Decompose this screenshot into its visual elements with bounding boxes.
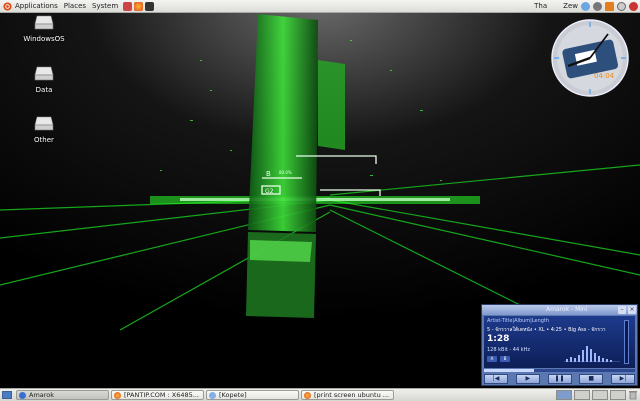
taskbar-item-label: [print screen ubuntu ... <box>314 391 389 399</box>
clock-applet-icon[interactable] <box>617 1 626 11</box>
shuffle-toggle[interactable]: B <box>500 356 510 362</box>
workspace-4[interactable] <box>610 390 626 400</box>
taskbar-item-amarok[interactable]: Amarok <box>16 390 109 400</box>
desktop-icon-label: Other <box>34 136 54 144</box>
user-switcher-label[interactable]: Tha <box>534 2 547 10</box>
desktop-icon-windowsos[interactable]: WindowsOS <box>14 14 74 43</box>
show-desktop-icon[interactable] <box>2 390 12 400</box>
drive-icon <box>34 116 54 131</box>
taskbar-item-pantip[interactable]: [PANTIP.COM : X6485... <box>111 390 204 400</box>
taskbar-item-print-screen[interactable]: [print screen ubuntu ... <box>301 390 394 400</box>
ubuntu-logo-icon <box>3 1 12 11</box>
drive-icon <box>34 66 54 81</box>
previous-button[interactable]: |◀ <box>484 374 508 384</box>
network-icon[interactable] <box>593 1 602 11</box>
desktop-icon-data[interactable]: Data <box>14 65 74 94</box>
system-menu[interactable]: System <box>89 0 121 12</box>
bottom-panel: Amarok [PANTIP.COM : X6485... [Kopete] [… <box>0 388 640 401</box>
amarok-window-title: Amarok - Mini <box>546 306 588 313</box>
firefox-launcher-icon[interactable] <box>134 1 144 11</box>
seek-progress <box>484 369 534 372</box>
desktop-icon-label: Data <box>35 86 53 94</box>
bitrate-info: 128 kBit - 44 kHz <box>487 347 531 353</box>
current-track-info: 5 - จักรวาลใต้เตหนัง • XL • 4:25 • Big A… <box>487 327 606 333</box>
kopete-icon <box>209 391 216 399</box>
volume-slider[interactable] <box>624 320 629 364</box>
top-panel: Applications Places System Tha Zew <box>0 0 640 13</box>
firefox-icon <box>114 391 121 399</box>
workspace-3[interactable] <box>592 390 608 400</box>
workspace-2[interactable] <box>574 390 590 400</box>
keyboard-layout-indicator[interactable]: Zew <box>563 2 578 10</box>
taskbar-item-label: [PANTIP.COM : X6485... <box>124 391 199 399</box>
wallpaper-label-b: B <box>266 170 271 178</box>
playlist-column-header: Artist-Title|Album|Length <box>487 318 550 324</box>
seek-bar[interactable] <box>484 369 635 372</box>
wallpaper-label-percent: 80.0% <box>279 170 292 175</box>
amarok-icon <box>19 391 26 399</box>
places-menu[interactable]: Places <box>61 0 89 12</box>
clock-widget[interactable]: 04:04 <box>550 18 630 98</box>
taskbar-item-kopete[interactable]: [Kopete] <box>206 390 299 400</box>
playback-controls: |◀ ▶ ❚❚ ■ ▶| <box>484 374 635 384</box>
workspace-1[interactable] <box>556 390 572 400</box>
desktop-icon-other[interactable]: Other <box>14 115 74 144</box>
power-icon[interactable] <box>629 1 638 11</box>
repeat-toggle[interactable]: A <box>487 356 497 362</box>
minimize-button[interactable]: – <box>618 306 626 314</box>
elapsed-time: 1:28 <box>487 334 510 344</box>
drive-icon <box>34 15 54 30</box>
applications-menu-label: Applications <box>15 2 58 10</box>
help-launcher-icon[interactable] <box>123 1 133 11</box>
update-notifier-icon[interactable] <box>605 1 614 11</box>
trash-icon[interactable] <box>628 390 638 400</box>
pause-button[interactable]: ❚❚ <box>547 374 572 384</box>
amarok-titlebar[interactable]: Amarok - Mini – × <box>482 305 637 315</box>
taskbar-item-label: Amarok <box>29 391 55 399</box>
places-menu-label: Places <box>63 2 87 10</box>
spectrum-analyzer <box>564 346 620 362</box>
amarok-player-window: Amarok - Mini – × Artist-Title|Album|Len… <box>481 304 638 386</box>
taskbar-item-label: [Kopete] <box>219 391 247 399</box>
next-button[interactable]: ▶| <box>611 374 635 384</box>
system-menu-label: System <box>92 2 119 10</box>
play-button[interactable]: ▶ <box>515 374 540 384</box>
stop-button[interactable]: ■ <box>579 374 604 384</box>
close-button[interactable]: × <box>628 306 636 314</box>
firefox-icon <box>304 391 311 399</box>
terminal-launcher-icon[interactable] <box>145 1 155 11</box>
amarok-display: Artist-Title|Album|Length 5 - จักรวาลใต้… <box>484 316 635 368</box>
workspace-switcher <box>556 390 638 400</box>
clock-digital-readout: 04:04 <box>594 72 615 80</box>
wallpaper-label-g2: G2 <box>265 188 274 195</box>
weather-icon[interactable] <box>581 1 590 11</box>
desktop-icon-label: WindowsOS <box>23 35 65 43</box>
applications-menu[interactable]: Applications <box>0 0 61 12</box>
